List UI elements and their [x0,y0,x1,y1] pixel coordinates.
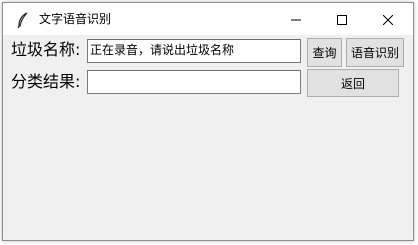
minimize-button[interactable] [273,3,319,35]
maximize-icon [337,10,347,29]
garbage-name-label: 垃圾名称: [11,40,81,59]
garbage-name-input[interactable]: 正在录音，请说出垃圾名称 [87,39,301,63]
minimize-icon [291,10,301,29]
result-field[interactable] [87,70,301,94]
maximize-button[interactable] [319,3,365,35]
back-button[interactable]: 返回 [307,69,399,97]
window-title: 文字语音识别 [39,12,112,26]
app-window: 文字语音识别 垃圾名称: 正在录音，请说出垃圾名称 查询 语音识别 分类结果: … [2,2,414,241]
title-bar[interactable]: 文字语音识别 [3,3,413,35]
result-label: 分类结果: [11,72,81,91]
close-icon [382,10,394,29]
speech-recognition-button[interactable]: 语音识别 [346,38,404,67]
feather-icon [17,12,29,29]
close-button[interactable] [365,3,411,35]
query-button[interactable]: 查询 [307,38,342,67]
